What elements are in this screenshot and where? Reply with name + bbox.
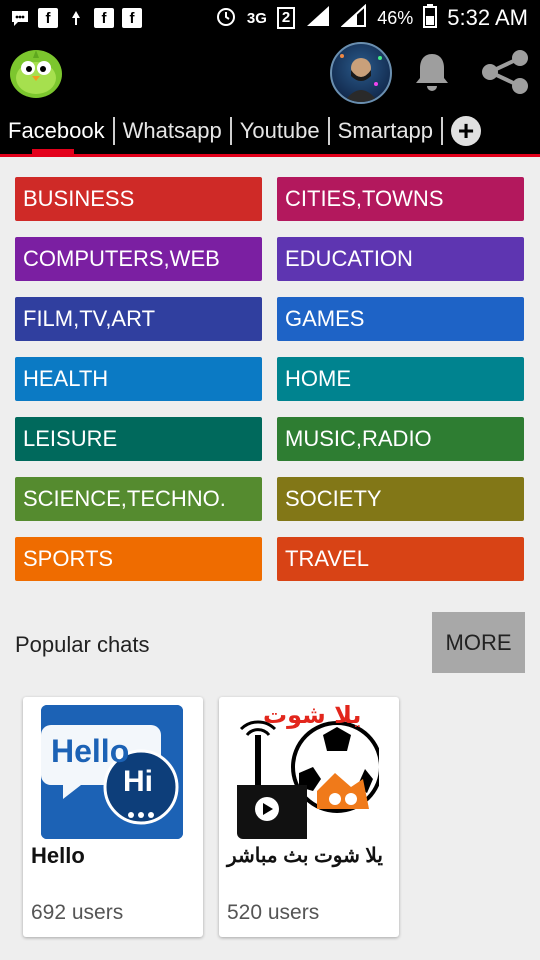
chat-user-count: 692 users [31,901,124,924]
category-label: SCIENCE,TECHNO. [23,486,226,511]
tab-label: Smartapp [337,118,434,143]
clock: 5:32 AM [447,5,528,30]
category-label: HOME [285,366,351,391]
app-logo-icon[interactable] [6,42,66,100]
category-label: LEISURE [23,426,118,451]
hello-badge-text: Hello [51,733,130,769]
chat-name: يلا شوت بث مباشر [227,845,383,867]
chat-user-count: 520 users [227,901,320,924]
chat-notification-icon [10,8,30,28]
category-label: BUSINESS [23,186,135,211]
category-label: TRAVEL [285,546,369,571]
tab-bar: Facebook Whatsapp Youtube Smartapp + [0,108,540,157]
status-indicators: 3G 2 46% 5:32 AM [215,0,528,36]
bell-icon[interactable] [410,50,454,94]
battery-icon [423,3,438,33]
chat-card-hello[interactable]: Hello Hi Hello 692 users [23,697,203,937]
category-society[interactable]: SOCIETY [277,477,524,521]
hi-badge-text: Hi [123,765,153,798]
category-computers-web[interactable]: COMPUTERS,WEB [15,237,262,281]
category-home[interactable]: HOME [277,357,524,401]
battery-percent: 46% [377,7,414,28]
category-label: FILM,TV,ART [23,306,156,331]
status-bar: f f f 3G 2 46% 5:32 AM [0,0,540,36]
active-tab-indicator [32,149,74,154]
category-cities-towns[interactable]: CITIES,TOWNS [277,177,524,221]
tab-youtube[interactable]: Youtube [232,108,328,154]
chat-name: Hello [31,843,85,868]
notification-icons: f f f [0,8,142,28]
category-sports[interactable]: SPORTS [15,537,262,581]
yalla-shoot-banner-text: يلا شوت [263,705,362,729]
alarm-icon [215,5,237,32]
category-label: COMPUTERS,WEB [23,246,220,271]
network-type: 3G [246,9,267,27]
facebook-notification-icon: f [38,8,58,28]
hello-chat-image: Hello Hi [41,705,183,839]
tab-label: Facebook [8,118,105,143]
sim-indicator: 2 [276,7,296,29]
tab-label: Whatsapp [122,118,222,143]
facebook-notification-icon-3: f [122,8,142,28]
category-film-tv-art[interactable]: FILM,TV,ART [15,297,262,341]
chat-card-yalla-shoot[interactable]: يلا شوت يلا شوت بث مباشر 520 users [219,697,399,937]
category-games[interactable]: GAMES [277,297,524,341]
facebook-notification-icon-2: f [94,8,114,28]
tree-notification-icon [66,8,86,28]
tab-label: Youtube [239,118,320,143]
popular-chats-heading: Popular chats [15,632,150,657]
signal-icon [305,4,331,33]
category-health[interactable]: HEALTH [15,357,262,401]
profile-avatar[interactable] [330,42,392,104]
share-icon[interactable] [478,48,532,96]
app-bar [0,36,540,108]
category-business[interactable]: BUSINESS [15,177,262,221]
tab-smartapp[interactable]: Smartapp [330,108,441,154]
add-tab-plus-icon[interactable]: + [451,116,482,146]
category-travel[interactable]: TRAVEL [277,537,524,581]
category-label: GAMES [285,306,365,331]
category-label: CITIES,TOWNS [285,186,444,211]
signal-icon-2 [340,3,367,33]
yalla-shoot-chat-image: يلا شوت [237,705,379,839]
category-education[interactable]: EDUCATION [277,237,524,281]
tab-divider [441,117,444,145]
category-label: EDUCATION [285,246,413,271]
category-label: MUSIC,RADIO [285,426,432,451]
category-label: SOCIETY [285,486,382,511]
tab-facebook[interactable]: Facebook [0,108,113,154]
tab-whatsapp[interactable]: Whatsapp [115,108,230,154]
category-label: SPORTS [23,546,114,571]
category-label: HEALTH [23,366,109,391]
category-music-radio[interactable]: MUSIC,RADIO [277,417,524,461]
category-science-techno[interactable]: SCIENCE,TECHNO. [15,477,262,521]
more-button[interactable]: MORE [432,612,525,673]
category-leisure[interactable]: LEISURE [15,417,262,461]
